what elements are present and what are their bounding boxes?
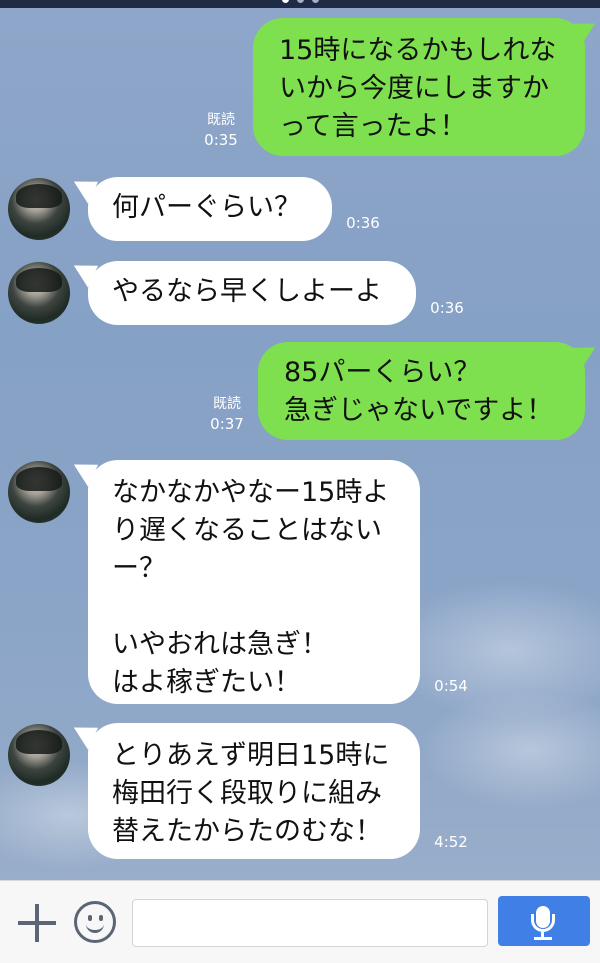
page-dot [281, 0, 289, 3]
read-receipt: 既読 [213, 396, 241, 412]
read-receipt: 既読 [207, 112, 235, 128]
message-bubble[interactable]: 何パーぐらい？ [88, 177, 332, 241]
message-time: 0:54 [434, 677, 468, 695]
message-bubble[interactable]: やるなら早くしよーよ [88, 261, 416, 325]
page-dot [296, 0, 304, 3]
plus-icon[interactable] [18, 904, 56, 942]
message-bubble[interactable]: 15時になるかもしれな いから今度にしますか って言ったよ！ [253, 18, 585, 156]
page-dot [311, 0, 319, 3]
message-input[interactable] [132, 899, 488, 947]
message-bubble[interactable]: なかなかやなー15時よ り遅くなることはない ー？ いやおれは急ぎ！ はよ稼ぎた… [88, 460, 420, 704]
voice-button[interactable] [498, 896, 590, 946]
avatar[interactable] [8, 461, 70, 523]
message-time: 0:37 [210, 415, 244, 433]
message-time: 0:35 [204, 131, 238, 149]
page-indicator [0, 0, 600, 6]
smiley-icon[interactable] [74, 901, 116, 943]
message-time: 0:36 [430, 299, 464, 317]
message-bubble[interactable]: 85パーくらい？ 急ぎじゃないですよ！ [258, 342, 585, 440]
message-time: 0:36 [346, 214, 380, 232]
message-time: 4:52 [434, 833, 468, 851]
avatar[interactable] [8, 262, 70, 324]
avatar[interactable] [8, 724, 70, 786]
message-bubble[interactable]: とりあえず明日15時に 梅田行く段取りに組み 替えたからたのむな！ [88, 723, 420, 859]
avatar[interactable] [8, 178, 70, 240]
